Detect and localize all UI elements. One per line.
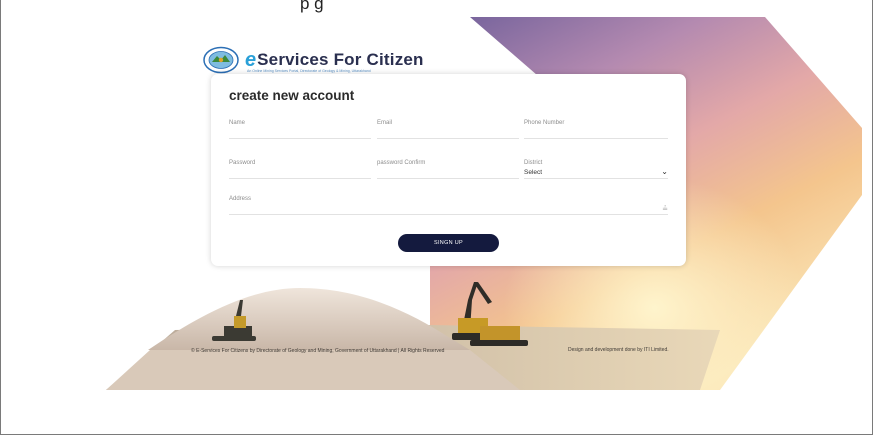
brand-logo[interactable]: e Services For Citizen An Online Mining … bbox=[203, 46, 424, 74]
emblem-logo bbox=[203, 46, 239, 74]
phone-label: Phone Number bbox=[524, 120, 565, 126]
signup-button[interactable]: SINGN UP bbox=[398, 234, 499, 252]
name-field[interactable]: Name bbox=[229, 116, 371, 139]
password-label: Password bbox=[229, 160, 256, 166]
name-label: Name bbox=[229, 120, 246, 126]
footer-credit: Design and development done by ITI Limit… bbox=[568, 347, 669, 353]
phone-field[interactable]: Phone Number bbox=[524, 116, 668, 139]
password-confirm-label: password Confirm bbox=[377, 160, 426, 166]
district-selected-value: Select bbox=[524, 169, 543, 176]
address-field[interactable]: Address ≟ bbox=[229, 192, 668, 215]
email-label: Email bbox=[377, 120, 393, 126]
signup-card: create new account Name Email Phone Numb… bbox=[211, 74, 686, 266]
district-select[interactable]: District Select ⌄ bbox=[524, 156, 668, 179]
district-label: District bbox=[524, 160, 543, 166]
resize-handle-icon[interactable]: ≟ bbox=[662, 206, 668, 213]
brand-subtitle: An Online Mining Services Portal, Direct… bbox=[247, 69, 371, 73]
footer-copyright: © E-Services For Citizens by Directorate… bbox=[191, 348, 445, 354]
password-confirm-field[interactable]: password Confirm bbox=[377, 156, 519, 179]
password-field[interactable]: Password bbox=[229, 156, 371, 179]
form-title: create new account bbox=[229, 88, 355, 103]
brand-title: Services For Citizen bbox=[257, 50, 424, 69]
email-field[interactable]: Email bbox=[377, 116, 519, 139]
address-label: Address bbox=[229, 196, 252, 202]
chevron-down-icon[interactable]: ⌄ bbox=[661, 167, 668, 176]
